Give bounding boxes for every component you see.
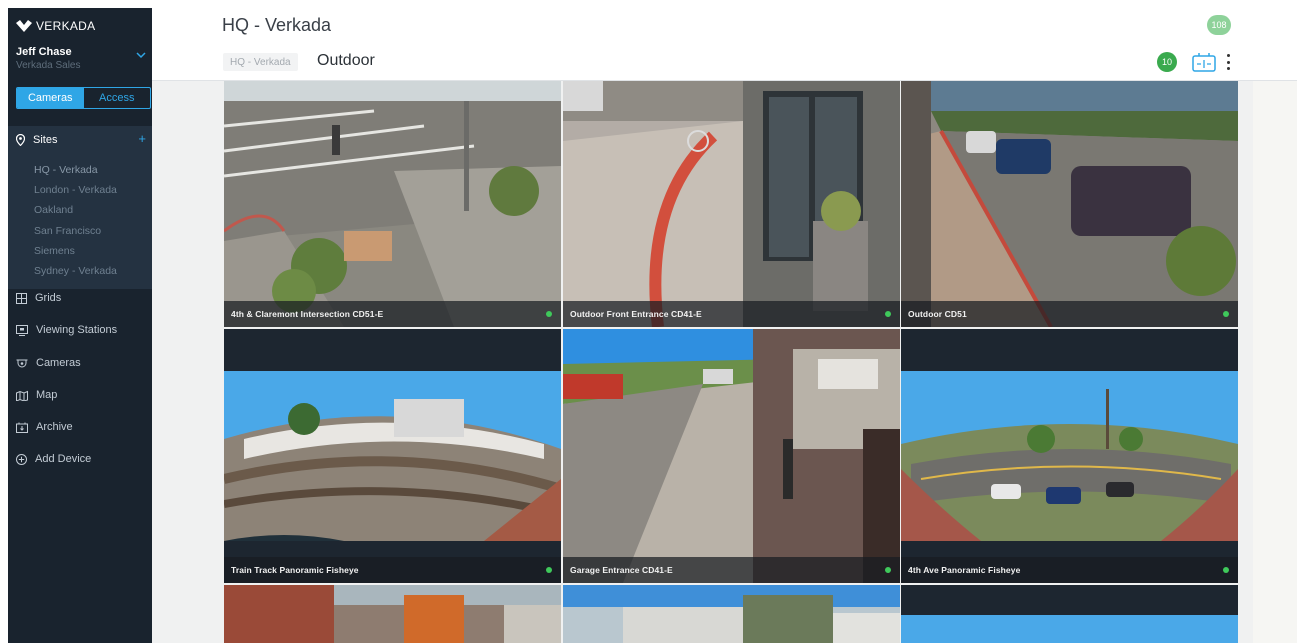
camera-feed-image [224,329,561,583]
site-item[interactable]: Siemens [34,241,117,261]
brand-name: VERKADA [36,19,96,33]
online-status-dot [885,567,891,573]
camera-feed-image [224,585,561,643]
layout-grid-icon[interactable] [1192,52,1216,72]
sites-label: Sites [33,134,58,146]
camera-tile[interactable] [224,585,561,643]
site-item[interactable]: HQ - Verkada [34,160,117,180]
nav-cameras[interactable]: Cameras [16,357,81,369]
camera-tile[interactable]: 4th & Claremont Intersection CD51-E [224,81,561,327]
camera-caption: Train Track Panoramic Fisheye [224,557,561,583]
online-status-dot [885,311,891,317]
online-status-dot [546,311,552,317]
camera-tile[interactable]: 4th Ave Panoramic Fisheye [901,329,1238,583]
more-options-icon[interactable] [1225,52,1231,72]
camera-caption: 4th & Claremont Intersection CD51-E [224,301,561,327]
camera-feed-image [901,329,1238,583]
camera-feed-image [563,329,900,583]
camera-name: 4th Ave Panoramic Fisheye [908,565,1021,575]
breadcrumb[interactable]: HQ - Verkada [223,53,298,71]
online-status-dot [1223,567,1229,573]
camera-grid-area: 4th & Claremont Intersection CD51-E Outd… [152,81,1297,643]
sidebar: VERKADA Jeff Chase Verkada Sales Cameras… [8,8,152,643]
nav-label: Add Device [35,453,92,465]
camera-name: Outdoor Front Entrance CD41-E [570,309,702,319]
site-list: HQ - Verkada London - Verkada Oakland Sa… [34,160,117,281]
camera-feed-image [901,585,1238,643]
camera-caption: Outdoor CD51 [901,301,1238,327]
camera-feed-image [563,81,900,327]
sites-panel: Sites + HQ - Verkada London - Verkada Oa… [8,126,152,289]
dome-camera-icon [16,359,28,367]
camera-tile[interactable] [901,585,1238,643]
site-item[interactable]: Sydney - Verkada [34,261,117,281]
header: HQ - Verkada 108 HQ - Verkada Outdoor 10 [152,8,1297,81]
nav-viewing-stations[interactable]: Viewing Stations [16,324,117,336]
brand-logo[interactable]: VERKADA [16,18,95,34]
monitor-icon [16,324,28,336]
user-org: Verkada Sales [16,60,81,71]
sites-header[interactable]: Sites [16,134,57,146]
camera-caption: Outdoor Front Entrance CD41-E [563,301,900,327]
camera-feed-image [224,81,561,327]
camera-tile[interactable]: Garage Entrance CD41-E [563,329,900,583]
nav-label: Grids [35,292,62,304]
camera-tiles: 4th & Claremont Intersection CD51-E Outd… [224,81,1238,643]
location-pin-icon [16,134,25,146]
nav-label: Archive [36,421,73,433]
product-toggle: Cameras Access [16,87,151,109]
camera-feed-image [563,585,900,643]
site-item[interactable]: San Francisco [34,221,117,241]
camera-name: Outdoor CD51 [908,309,967,319]
chevron-down-icon [136,52,146,59]
camera-feed-image [901,81,1238,327]
total-cameras-badge[interactable]: 108 [1207,15,1231,35]
page-title: HQ - Verkada [222,15,332,35]
map-icon [16,390,28,401]
archive-icon [16,422,28,433]
nav-label: Cameras [36,357,81,369]
grid-icon [16,292,27,304]
nav-add-device[interactable]: Add Device [16,453,91,465]
tab-access[interactable]: Access [84,88,151,108]
online-status-dot [546,567,552,573]
user-menu[interactable]: Jeff Chase Verkada Sales [16,46,146,71]
camera-tile[interactable]: Train Track Panoramic Fisheye [224,329,561,583]
camera-name: Train Track Panoramic Fisheye [231,565,359,575]
verkada-logo-icon [16,20,32,32]
tab-cameras[interactable]: Cameras [17,88,84,108]
user-name: Jeff Chase [16,46,72,58]
camera-name: 4th & Claremont Intersection CD51-E [231,309,384,319]
nav-map[interactable]: Map [16,389,57,401]
nav-grids[interactable]: Grids [16,292,61,304]
camera-caption: Garage Entrance CD41-E [563,557,900,583]
add-circle-icon [16,453,27,465]
grid-count-badge[interactable]: 10 [1157,52,1177,72]
site-item[interactable]: London - Verkada [34,180,117,200]
camera-tile[interactable]: Outdoor CD51 [901,81,1238,327]
camera-caption: 4th Ave Panoramic Fisheye [901,557,1238,583]
nav-label: Map [36,389,58,401]
online-status-dot [1223,311,1229,317]
camera-tile[interactable]: Outdoor Front Entrance CD41-E [563,81,900,327]
nav-archive[interactable]: Archive [16,421,73,433]
camera-tile[interactable] [563,585,900,643]
camera-name: Garage Entrance CD41-E [570,565,673,575]
site-item[interactable]: Oakland [34,200,117,220]
nav-label: Viewing Stations [36,324,118,336]
add-site-icon[interactable]: + [138,131,146,146]
grid-title: Outdoor [317,52,375,69]
